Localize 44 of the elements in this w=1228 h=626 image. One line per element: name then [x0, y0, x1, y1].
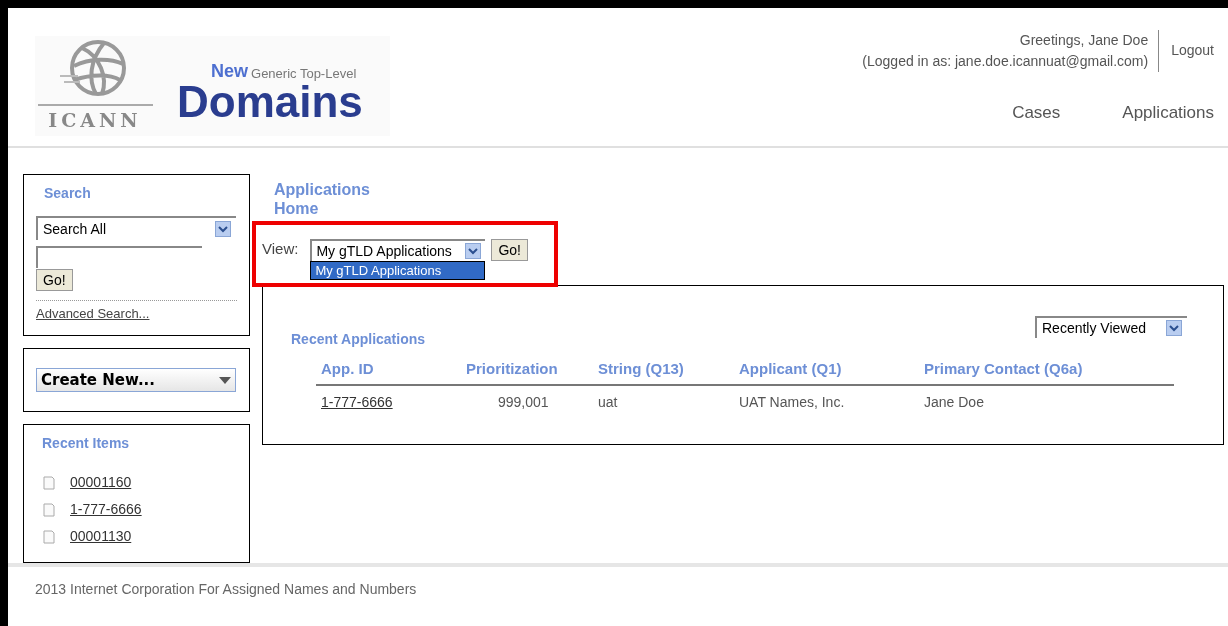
nav-tab[interactable]: Applications — [1122, 100, 1214, 126]
recent-applications-title: Recent Applications — [291, 330, 426, 349]
recent-item-link[interactable]: 00001130 — [70, 526, 132, 547]
nav-tab[interactable]: Cases — [1012, 100, 1061, 126]
chevron-down-icon — [215, 221, 231, 237]
search-field[interactable] — [36, 246, 202, 268]
create-new-button[interactable]: Create New... — [36, 368, 236, 392]
recent-item-link[interactable]: 1-777-6666 — [70, 499, 142, 520]
logo-org-text: ICANN — [48, 107, 142, 133]
caret-icon — [219, 376, 231, 384]
table-cell-text: 999,001 — [497, 392, 550, 412]
app-id-link[interactable]: 1-777-6666 — [321, 393, 393, 410]
logout-link[interactable]: Logout — [1159, 30, 1214, 72]
recent-items-title: Recent Items — [42, 434, 131, 453]
search-title: Search — [44, 184, 92, 203]
column-header: Applicant (Q1) — [739, 359, 843, 379]
column-header: Primary Contact (Q6a) — [924, 359, 1084, 379]
go-button[interactable]: Go! — [36, 269, 73, 291]
column-header: String (Q13) — [598, 359, 685, 379]
document-icon — [42, 474, 56, 491]
chevron-down-icon — [1166, 320, 1182, 336]
document-icon — [42, 501, 56, 518]
recent-item-link[interactable]: 00001160 — [70, 472, 132, 493]
column-header: App. ID — [320, 359, 375, 379]
column-header: Prioritization — [466, 359, 559, 379]
table-cell-text: Jane Doe — [924, 392, 985, 412]
dropdown-option[interactable]: My gTLD Applications — [311, 262, 485, 279]
table-cell-text: UAT Names, Inc. — [739, 392, 846, 412]
table-cell-text: uat — [598, 392, 619, 412]
sort-select[interactable]: Recently Viewed — [1035, 316, 1187, 338]
search-scope-select[interactable]: Search All — [36, 216, 236, 240]
logo-tagline-text: Generic Top-Level — [251, 67, 357, 80]
document-icon — [42, 528, 56, 545]
logo-title-text: Domains — [177, 80, 363, 124]
footer-text: 2013 Internet Corporation For Assigned Names and Numbers — [35, 581, 417, 597]
view-label: View: — [262, 239, 299, 259]
greeting-text: Greetings, Jane Doe — [1019, 31, 1149, 50]
view-select[interactable]: My gTLD Applications — [310, 239, 486, 261]
advanced-search-link[interactable]: Advanced Search... — [36, 306, 150, 321]
chevron-down-icon — [465, 243, 482, 259]
go-button[interactable]: Go! — [491, 239, 528, 261]
page-title: Applications Home — [274, 180, 371, 218]
logged-in-text: (Logged in as: jane.doe.icannuat@gmail.com) — [862, 52, 1149, 71]
logo-new-text: New — [211, 62, 248, 80]
